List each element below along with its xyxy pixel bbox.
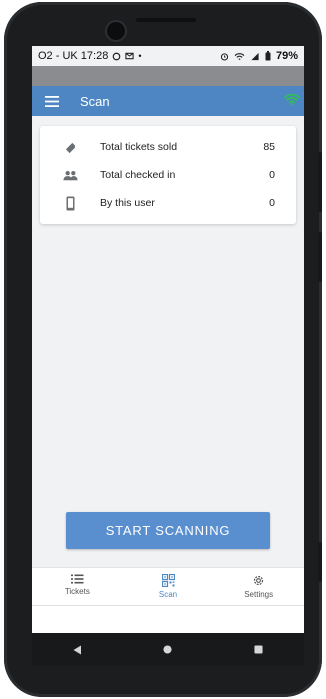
phone-frame: O2 - UK 17:28 • 79% Scan Total tickets s… (4, 2, 322, 697)
people-icon (40, 170, 100, 181)
volume-button (318, 152, 322, 212)
battery-icon (265, 51, 271, 61)
system-strip (32, 66, 304, 86)
notification-dot-icon: • (138, 51, 142, 61)
stat-label: Total checked in (100, 169, 176, 181)
shutter-button (318, 542, 322, 582)
stat-label: Total tickets sold (100, 141, 178, 153)
stat-label: By this user (100, 197, 155, 209)
stat-row-checked-in: Total checked in 0 (40, 161, 296, 189)
mail-icon (125, 52, 134, 60)
stat-value: 85 (263, 141, 275, 153)
system-navigation-bar (32, 633, 304, 666)
screen: O2 - UK 17:28 • 79% Scan Total tickets s… (32, 46, 304, 666)
alarm-icon (220, 52, 229, 61)
bottom-spacer (32, 605, 304, 633)
signal-icon (251, 52, 259, 60)
sync-icon (113, 52, 121, 60)
page-title: Scan (80, 93, 110, 109)
nav-item-scan[interactable]: Scan (123, 568, 214, 605)
stat-value: 0 (269, 169, 275, 181)
ticket-stats-card: Total tickets sold 85 Total checked in 0… (40, 126, 296, 224)
bottom-navigation: Tickets Scan Settings (32, 567, 304, 605)
stat-value: 0 (269, 197, 275, 209)
start-scanning-button[interactable]: START SCANNING (66, 512, 270, 549)
earpiece-speaker (136, 18, 196, 22)
nav-label: Scan (158, 590, 178, 599)
front-camera (107, 22, 125, 40)
recents-icon[interactable] (254, 645, 263, 654)
gear-icon (254, 575, 264, 586)
stat-row-by-user: By this user 0 (40, 189, 296, 217)
power-button (318, 232, 322, 282)
list-icon (70, 574, 84, 584)
status-bar: O2 - UK 17:28 • 79% (32, 46, 304, 66)
ticket-icon (40, 141, 100, 154)
battery-percent: 79% (275, 50, 298, 62)
phone-icon (40, 196, 100, 211)
nav-item-settings[interactable]: Settings (213, 568, 304, 605)
nav-label: Tickets (64, 587, 90, 596)
stat-row-tickets-sold: Total tickets sold 85 (40, 133, 296, 161)
nav-label: Settings (244, 590, 274, 599)
carrier-time: O2 - UK 17:28 (38, 50, 109, 62)
back-icon[interactable] (73, 645, 82, 655)
wifi-status-icon (234, 52, 245, 60)
app-bar: Scan (32, 86, 304, 116)
nav-item-tickets[interactable]: Tickets (32, 568, 123, 605)
qr-code-icon (161, 574, 175, 587)
wifi-icon (284, 92, 300, 110)
home-icon[interactable] (163, 645, 173, 654)
hamburger-menu-icon[interactable] (32, 86, 72, 116)
